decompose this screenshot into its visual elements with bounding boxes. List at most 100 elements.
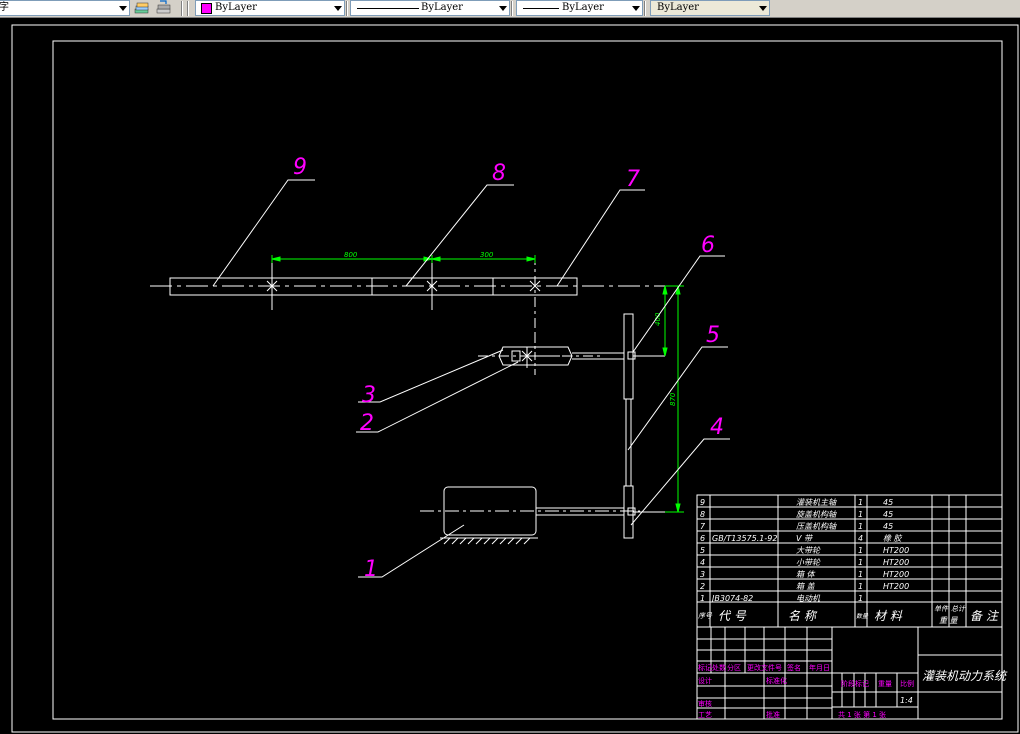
approve-label: 批准 [766, 710, 780, 719]
lineweight-control-dropdown[interactable]: ByLayer [516, 0, 643, 16]
chevron-down-icon [632, 6, 640, 11]
title-block: 标记 处数 分区 更改文件号 签名 年月日 设计 标准化 审核 工艺 批准 阶段… [696, 626, 1008, 720]
rev-zone: 分区 [727, 663, 741, 672]
ground-hatch [443, 537, 531, 545]
properties-toolbar: 字 ByLayer ByLayer ByLayer ByLayer [0, 0, 1020, 18]
toolbar-separator [644, 1, 646, 16]
part-balloons: 9 8 7 6 5 4 3 2 1 [293, 155, 724, 582]
motor [420, 486, 640, 545]
bom-cell-name: 大带轮 [796, 546, 821, 555]
bom-header-unit-weight: 单件 [934, 605, 949, 613]
toolbar-separator [181, 1, 183, 16]
bom-cell-material: 45 [883, 510, 893, 519]
balloon-7: 7 [626, 167, 640, 192]
linetype-preview [357, 8, 419, 9]
bom-cell-no: 7 [700, 522, 706, 531]
bom-cell-no: 3 [700, 570, 705, 579]
bom-cell-qty: 1 [858, 522, 863, 531]
bom-header-remark: 备 注 [970, 609, 1000, 623]
bom-header-no: 序号 [698, 612, 713, 620]
balloon-2: 2 [360, 411, 374, 436]
sheet-count: 共 1 张 第 1 张 [838, 710, 886, 719]
review-label: 审核 [698, 699, 712, 708]
bom-cell-qty: 1 [858, 570, 863, 579]
pulley-belt-drive [623, 313, 665, 539]
bom-cell-qty: 1 [858, 582, 863, 591]
lineweight-control-value: ByLayer [562, 2, 604, 13]
bom-cell-qty: 4 [858, 534, 863, 543]
bom-cell-material: HT200 [883, 570, 909, 579]
bom-cell-qty: 1 [858, 510, 863, 519]
bom-cell-name: V 带 [796, 534, 814, 543]
bom-cell-no: 9 [700, 498, 705, 507]
bom-cell-name: 灌装机主轴 [796, 498, 837, 507]
plotstyle-control-dropdown[interactable]: ByLayer [650, 0, 770, 16]
dim-800: 800 [344, 251, 358, 259]
dim-300: 300 [480, 251, 494, 259]
bom-cell-qty: 1 [858, 558, 863, 567]
process-label: 工艺 [698, 711, 712, 719]
rev-doc-no: 更改文件号 [747, 663, 782, 672]
stage-mark-label: 阶段标记 [841, 679, 869, 688]
scale-label: 比例 [900, 679, 914, 688]
leader-lines [212, 179, 730, 578]
bom-cell-material: 45 [883, 498, 893, 507]
bom-cell-name: 旋盖机构轴 [796, 510, 837, 519]
bom-cell-name: 电动机 [796, 594, 821, 603]
color-control-dropdown[interactable]: ByLayer [195, 0, 345, 16]
bom-cell-name: 压盖机构轴 [796, 522, 837, 531]
layer-previous-icon[interactable] [154, 0, 174, 16]
balloon-4: 4 [710, 415, 724, 440]
chevron-down-icon [499, 6, 507, 11]
toolbar-separator [346, 1, 348, 16]
rev-sign: 签名 [787, 663, 801, 672]
linetype-control-dropdown[interactable]: ByLayer [350, 0, 510, 16]
balloon-3: 3 [362, 383, 376, 408]
color-swatch [201, 3, 212, 14]
dim-870: 870 [669, 392, 677, 406]
lineweight-preview [523, 8, 559, 9]
balloon-1: 1 [364, 557, 378, 582]
bom-cell-no: 6 [700, 534, 705, 543]
text-style-value: 字 [0, 2, 9, 13]
bom-cell-no: 5 [700, 546, 705, 555]
bom-cell-material: HT200 [883, 558, 909, 567]
bom-cell-no: 8 [700, 510, 705, 519]
layer-states-icon[interactable] [133, 0, 151, 16]
text-style-dropdown[interactable]: 字 [0, 0, 130, 16]
bom-header-material: 材 料 [874, 609, 903, 623]
drawing-title: 灌装机动力系统 [922, 669, 1008, 683]
bom-header-name: 名 称 [788, 609, 818, 623]
drawing-canvas[interactable]: 800 300 400 870 9 8 7 6 5 4 3 2 1 9 灌装机主… [0, 18, 1020, 734]
weight-label: 重量 [878, 680, 892, 688]
dimensions [271, 255, 684, 513]
bom-cell-qty: 1 [858, 594, 863, 603]
bom-cell-material: HT200 [883, 546, 909, 555]
bom-cell-code: JB3074-82 [710, 594, 753, 603]
bom-header-total-weight: 总计 [951, 605, 966, 613]
balloon-5: 5 [706, 323, 720, 348]
chevron-down-icon [759, 6, 767, 11]
linetype-control-value: ByLayer [421, 2, 463, 13]
bom-cell-name: 小带轮 [796, 558, 821, 567]
toolbar-grip [187, 1, 189, 16]
bom-cell-name: 箱 体 [796, 570, 816, 579]
balloon-9: 9 [293, 155, 307, 180]
bom-cell-no: 4 [700, 558, 705, 567]
bom-cell-material: 橡 胶 [883, 534, 903, 543]
shaft-assembly [150, 255, 665, 340]
bom-header-weight: 重 量 [939, 616, 959, 625]
bom-cell-name: 箱 盖 [796, 582, 816, 591]
bom-table: 9 灌装机主轴 1 458 旋盖机构轴 1 457 压盖机构轴 1 456 GB/T13575.1-… [696, 494, 1003, 628]
gearbox [478, 335, 624, 375]
color-control-value: ByLayer [215, 2, 257, 13]
bom-cell-qty: 1 [858, 498, 863, 507]
bom-header-qty: 数量 [856, 612, 869, 620]
bom-cell-no: 1 [700, 594, 705, 603]
rev-date: 年月日 [809, 663, 830, 672]
balloon-6: 6 [701, 233, 715, 258]
bom-cell-material: HT200 [883, 582, 909, 591]
bom-header-code: 代 号 [718, 609, 747, 623]
standardize-label: 标准化 [766, 676, 787, 685]
bom-cell-no: 2 [700, 582, 705, 591]
